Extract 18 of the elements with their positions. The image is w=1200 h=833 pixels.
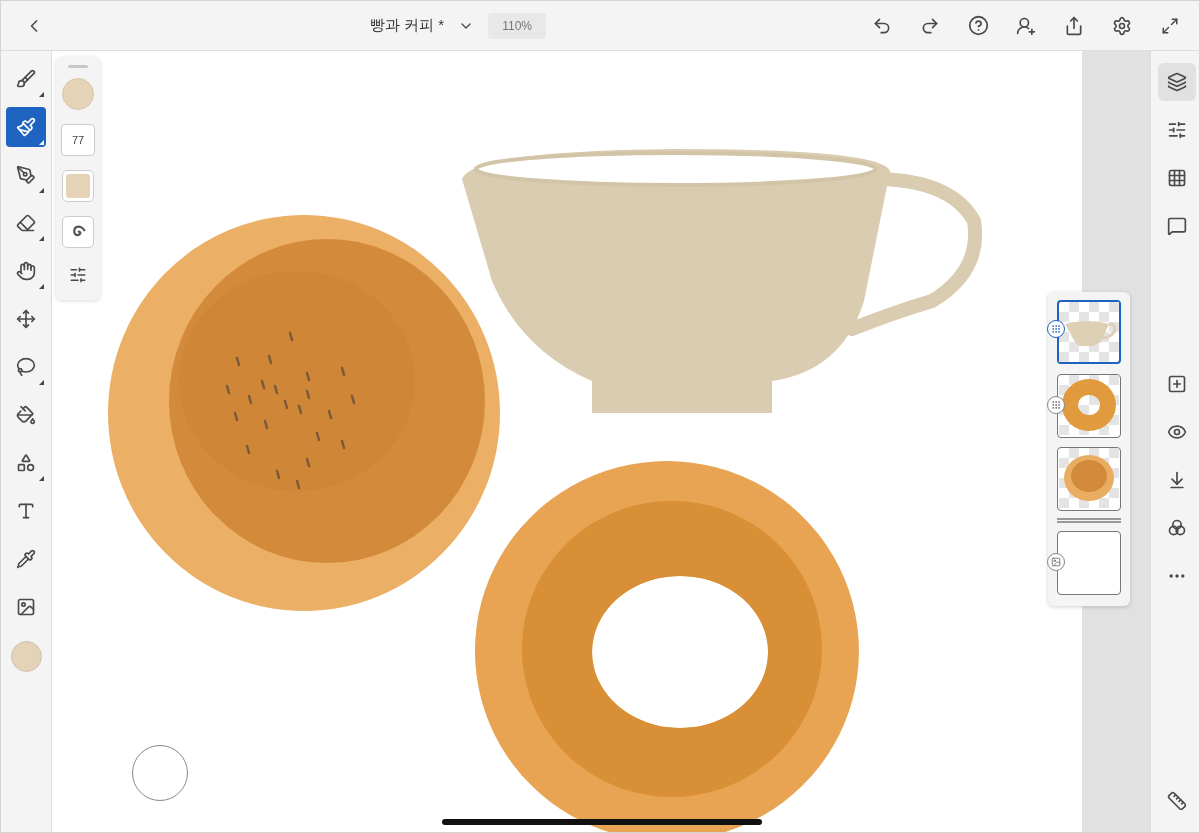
cup-thumbnail <box>1059 302 1119 362</box>
drawing-canvas[interactable]: 77 <box>52 51 1082 832</box>
donut-thumbnail <box>1059 375 1119 435</box>
layer-thumbnail[interactable] <box>1057 374 1121 438</box>
paintbrush-icon[interactable] <box>6 107 46 147</box>
layers-icon[interactable] <box>1158 63 1196 101</box>
brush-size-field[interactable]: 77 <box>61 124 95 156</box>
panel-handle[interactable] <box>68 65 88 68</box>
color-swatch[interactable] <box>10 641 42 672</box>
brush-color-swatch[interactable] <box>62 78 94 110</box>
layer-thumbnail[interactable] <box>1057 300 1121 364</box>
layer-thumbnail[interactable] <box>1057 531 1121 595</box>
zoom-level[interactable]: 110% <box>488 12 546 39</box>
layer-thumbnail[interactable] <box>1057 447 1121 511</box>
brush-color-fill-swatch[interactable] <box>62 170 94 202</box>
bread-thumbnail <box>1059 448 1119 508</box>
spiral-icon[interactable] <box>62 216 94 248</box>
document-title[interactable]: 빵과 커피 * <box>370 16 445 35</box>
